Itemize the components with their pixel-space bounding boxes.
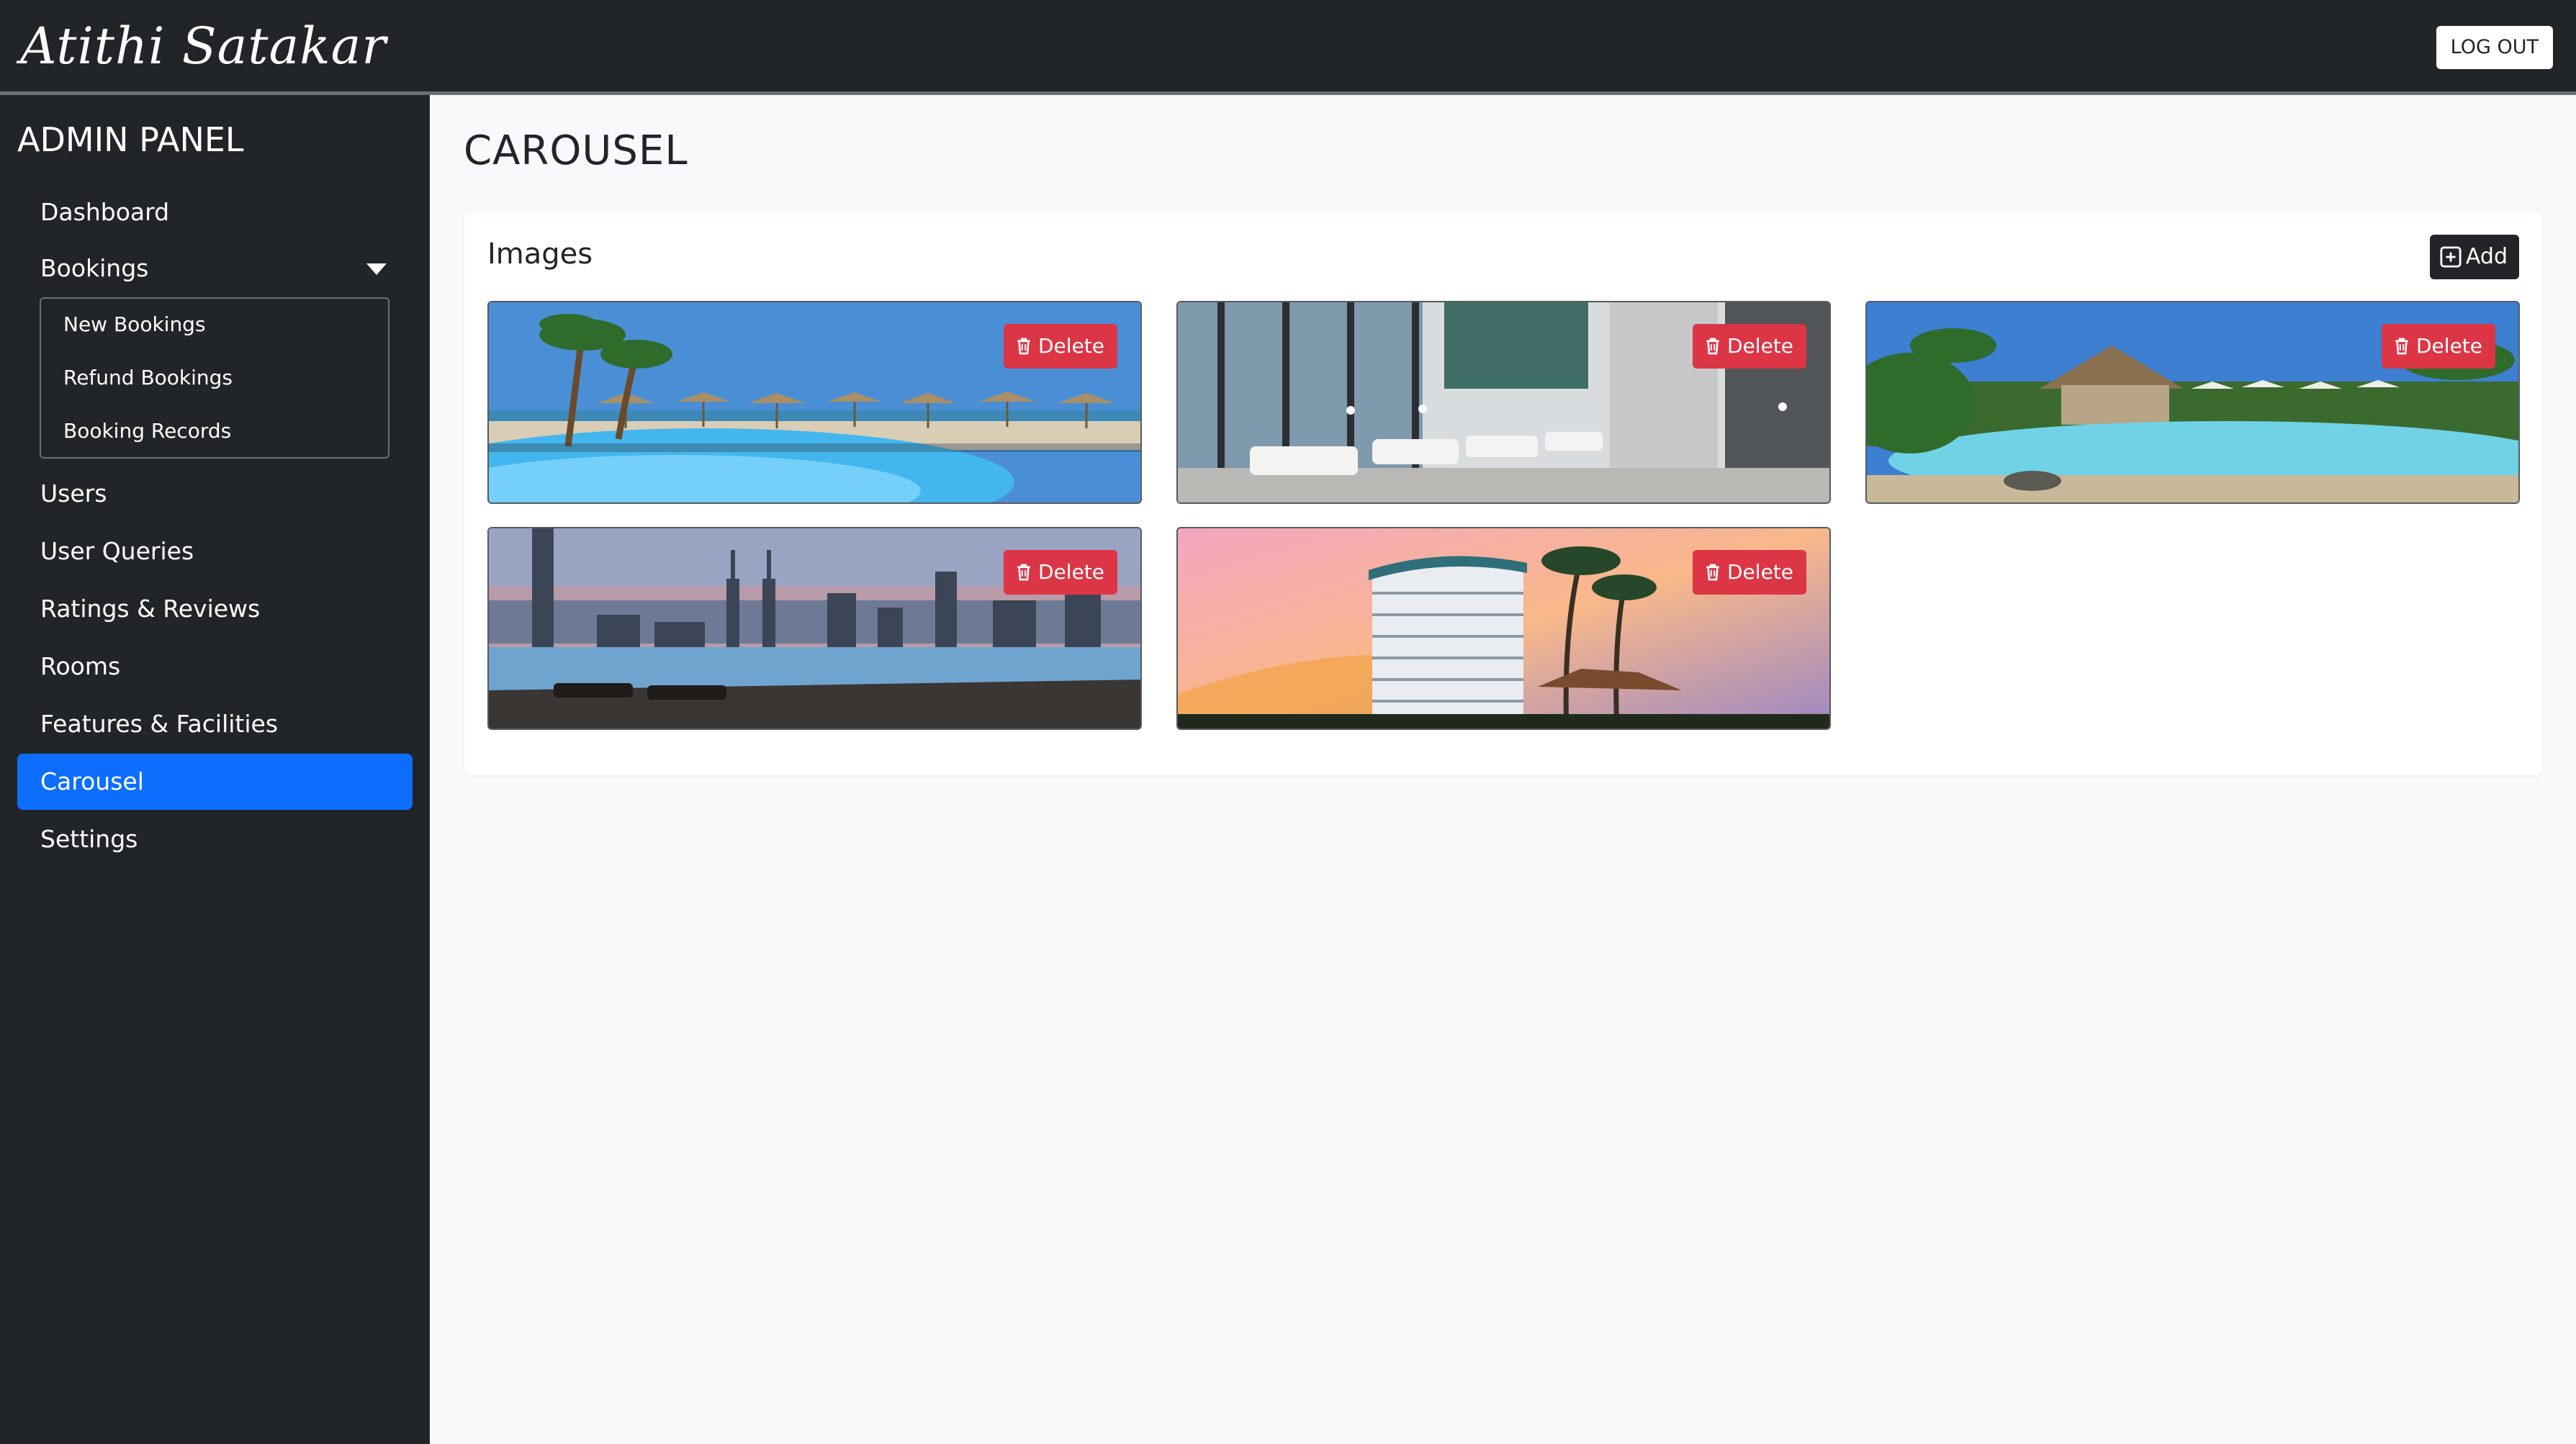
carousel-image-3: Delete — [1865, 301, 2520, 504]
carousel-image-1: Delete — [487, 301, 1142, 504]
carousel-image-4: Delete — [487, 527, 1142, 730]
delete-label: Delete — [1727, 560, 1793, 584]
sidebar-item-user-queries[interactable]: User Queries — [17, 523, 413, 579]
sidebar-item-features-facilities[interactable]: Features & Facilities — [17, 696, 413, 752]
sidebar-item-users[interactable]: Users — [17, 466, 413, 522]
card-title: Images — [487, 238, 593, 271]
bookings-submenu: New Bookings Refund Bookings Booking Rec… — [40, 297, 389, 459]
trash-icon — [2395, 338, 2408, 355]
trash-icon — [1706, 338, 1719, 355]
add-image-button[interactable]: Add — [2429, 235, 2519, 279]
caret-down-icon[interactable] — [366, 263, 387, 275]
submenu-item-booking-records[interactable]: Booking Records — [63, 415, 231, 447]
delete-image-button[interactable]: Delete — [2382, 324, 2495, 369]
submenu-item-refund-bookings[interactable]: Refund Bookings — [63, 362, 233, 394]
sidebar-item-settings[interactable]: Settings — [17, 811, 413, 867]
delete-label: Delete — [1038, 560, 1104, 584]
trash-icon — [1017, 564, 1030, 581]
admin-panel-title: ADMIN PANEL — [17, 120, 244, 159]
trash-icon — [1017, 338, 1030, 355]
delete-image-button[interactable]: Delete — [1693, 550, 1806, 595]
sidebar-item-bookings[interactable]: Bookings — [17, 240, 413, 297]
trash-icon — [1706, 564, 1719, 581]
sidebar-item-carousel[interactable]: Carousel — [17, 754, 413, 810]
sidebar-item-rooms[interactable]: Rooms — [17, 638, 413, 695]
submenu-item-new-bookings[interactable]: New Bookings — [63, 309, 206, 340]
logout-button[interactable]: LOG OUT — [2436, 26, 2553, 69]
add-label: Add — [2465, 244, 2508, 269]
sidebar-item-ratings-reviews[interactable]: Ratings & Reviews — [17, 581, 413, 637]
sidebar-item-label: Bookings — [40, 254, 149, 282]
images-card: Images Add Delete Delete Delete Delete D… — [464, 212, 2542, 775]
delete-label: Delete — [1038, 334, 1104, 358]
delete-label: Delete — [2416, 334, 2482, 358]
admin-sidebar: ADMIN PANEL Dashboard Bookings New Booki… — [0, 95, 430, 1444]
sidebar-item-dashboard[interactable]: Dashboard — [17, 184, 413, 240]
carousel-image-5: Delete — [1176, 527, 1831, 730]
delete-image-button[interactable]: Delete — [1693, 324, 1806, 369]
delete-image-button[interactable]: Delete — [1004, 324, 1117, 369]
top-navbar: Atithi Satakar LOG OUT — [0, 0, 2576, 95]
plus-square-icon — [2440, 246, 2462, 268]
delete-image-button[interactable]: Delete — [1004, 550, 1117, 595]
carousel-image-2: Delete — [1176, 301, 1831, 504]
brand-logo[interactable]: Atithi Satakar — [20, 13, 387, 79]
delete-label: Delete — [1727, 334, 1793, 358]
page-title: CAROUSEL — [464, 127, 688, 174]
